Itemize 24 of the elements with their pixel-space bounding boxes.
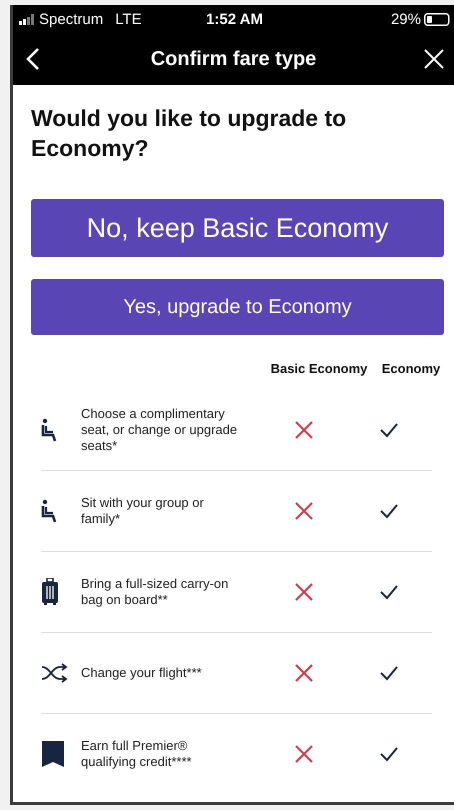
clock-time: 1:52 AM — [206, 10, 263, 28]
feature-text: Choose a complimentary seat, or change or upgrade seats* — [81, 406, 238, 454]
feature-text: Bring a full-sized carry-on bag on board** — [81, 576, 230, 608]
carrier-name: Spectrum — [39, 10, 104, 28]
shuffle-icon — [41, 663, 69, 683]
screen-title: Confirm fare type — [150, 48, 318, 70]
seat-icon — [41, 418, 59, 442]
feature-text: Change your flight*** — [81, 665, 203, 681]
suitcase-icon — [41, 578, 59, 606]
back-chevron-icon[interactable] — [25, 47, 41, 71]
question-heading: Would you like to upgrade to Economy? — [31, 104, 348, 163]
seat-icon — [41, 499, 59, 523]
network-type: LTE — [115, 10, 142, 28]
column-header: Basic Economy — [270, 361, 368, 376]
bookmark-icon — [41, 740, 65, 768]
close-icon[interactable] — [423, 48, 445, 70]
feature-text: Sit with your group or family* — [81, 495, 205, 527]
signal-icon — [19, 14, 35, 24]
battery-percent: 29% — [390, 10, 421, 28]
choice-button[interactable]: Yes, upgrade to Economy — [31, 279, 444, 335]
feature-text: Earn full Premier® qualifying credit**** — [81, 738, 193, 770]
choice-button[interactable]: No, keep Basic Economy — [31, 199, 444, 257]
battery-icon — [424, 12, 450, 26]
column-header: Economy — [380, 361, 442, 376]
